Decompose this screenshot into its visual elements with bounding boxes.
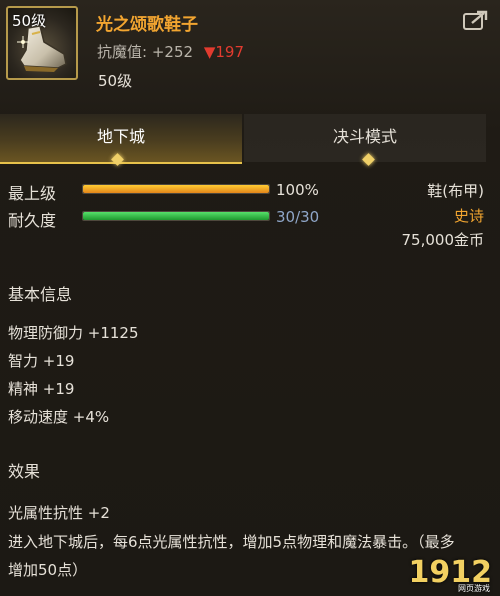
durability-bar: [82, 211, 270, 221]
grade-value: 100%: [276, 181, 319, 199]
magic-resist-decrease: ▼197: [203, 43, 244, 61]
watermark-sub: 网页游戏: [458, 584, 490, 593]
grade-bar-fill: [83, 185, 269, 193]
attr-line: 精神 +19: [8, 380, 75, 398]
item-name: 光之颂歌鞋子: [96, 15, 198, 35]
durability-bar-fill: [83, 212, 269, 220]
grade-bar: [82, 184, 270, 194]
item-rarity: 史诗: [453, 207, 484, 225]
durability-label: 耐久度: [8, 211, 57, 230]
item-price: 75,000金币: [401, 231, 485, 249]
basic-info-title: 基本信息: [8, 285, 73, 304]
durability-value: 30/30: [276, 208, 320, 226]
item-tooltip-panel: 50级 光之颂歌鞋子 抗魔值: +252 ▼197 50级 地下城 决斗模式 最…: [0, 0, 500, 596]
effect-title: 效果: [8, 462, 41, 481]
attr-line: 物理防御力 +1125: [8, 324, 139, 342]
effect-line: 光属性抗性 +2: [8, 504, 110, 522]
attr-line: 智力 +19: [8, 352, 75, 370]
magic-resist-row: 抗魔值: +252 ▼197: [97, 41, 244, 62]
required-level: 50级: [98, 72, 133, 90]
share-icon[interactable]: [462, 10, 488, 32]
item-type: 鞋(布甲): [427, 182, 484, 200]
item-icon-slot: 50级: [6, 6, 78, 80]
shoe-icon: [17, 25, 67, 72]
attr-line: 移动速度 +4%: [8, 408, 110, 426]
mode-tabs: 地下城 决斗模式: [0, 114, 500, 164]
magic-resist-value: +252: [151, 43, 194, 61]
site-watermark: 1912 网页游戏: [409, 555, 493, 593]
grade-label: 最上级: [8, 184, 57, 203]
effect-description: 进入地下城后，每6点光属性抗性，增加5点物理和魔法暴击。（最多增加50点）: [8, 533, 455, 579]
magic-resist-label: 抗魔值:: [97, 43, 148, 61]
